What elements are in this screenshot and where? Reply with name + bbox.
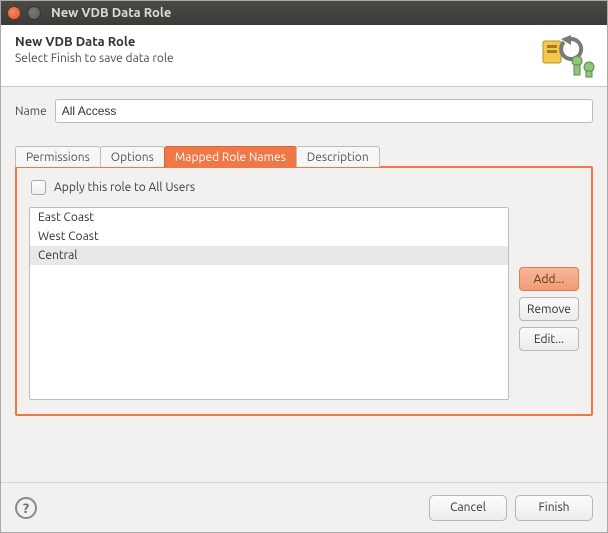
- apply-all-users-checkbox[interactable]: [31, 180, 46, 195]
- page-subtitle: Select Finish to save data role: [15, 52, 593, 65]
- cancel-button[interactable]: Cancel: [429, 495, 507, 521]
- content-area: Name Permissions Options Mapped Role Nam…: [1, 87, 607, 482]
- name-label: Name: [15, 105, 47, 118]
- minimize-icon[interactable]: [27, 6, 41, 20]
- dialog-footer: ? Cancel Finish: [1, 482, 607, 532]
- role-area: East Coast West Coast Central Add... Rem…: [29, 207, 579, 400]
- titlebar: New VDB Data Role: [1, 1, 607, 25]
- window-title: New VDB Data Role: [51, 6, 171, 20]
- wizard-decoration-icon: [541, 31, 597, 79]
- page-title: New VDB Data Role: [15, 35, 593, 49]
- tab-description[interactable]: Description: [296, 146, 380, 167]
- tab-options[interactable]: Options: [100, 146, 165, 167]
- dialog-window: New VDB Data Role New VDB Data Role Sele…: [0, 0, 608, 533]
- tabstrip: Permissions Options Mapped Role Names De…: [15, 143, 593, 167]
- finish-button[interactable]: Finish: [515, 495, 593, 521]
- role-button-column: Add... Remove Edit...: [519, 207, 579, 400]
- help-icon[interactable]: ?: [15, 497, 37, 519]
- tab-panel-mapped: Apply this role to All Users East Coast …: [15, 166, 593, 416]
- edit-button[interactable]: Edit...: [519, 327, 579, 351]
- apply-all-users-label: Apply this role to All Users: [54, 181, 195, 194]
- spacer: [15, 416, 593, 474]
- footer-buttons: Cancel Finish: [429, 495, 593, 521]
- tab-mapped-role-names[interactable]: Mapped Role Names: [164, 146, 297, 167]
- name-input[interactable]: [55, 99, 593, 123]
- role-listbox[interactable]: East Coast West Coast Central: [29, 207, 509, 400]
- close-icon[interactable]: [7, 6, 21, 20]
- add-button[interactable]: Add...: [519, 267, 579, 291]
- remove-button[interactable]: Remove: [519, 297, 579, 321]
- list-item[interactable]: East Coast: [30, 208, 508, 227]
- list-item[interactable]: Central: [30, 246, 508, 265]
- apply-all-users-row: Apply this role to All Users: [31, 180, 579, 195]
- tab-permissions[interactable]: Permissions: [15, 146, 101, 167]
- name-row: Name: [15, 99, 593, 123]
- list-item[interactable]: West Coast: [30, 227, 508, 246]
- wizard-header: New VDB Data Role Select Finish to save …: [1, 25, 607, 87]
